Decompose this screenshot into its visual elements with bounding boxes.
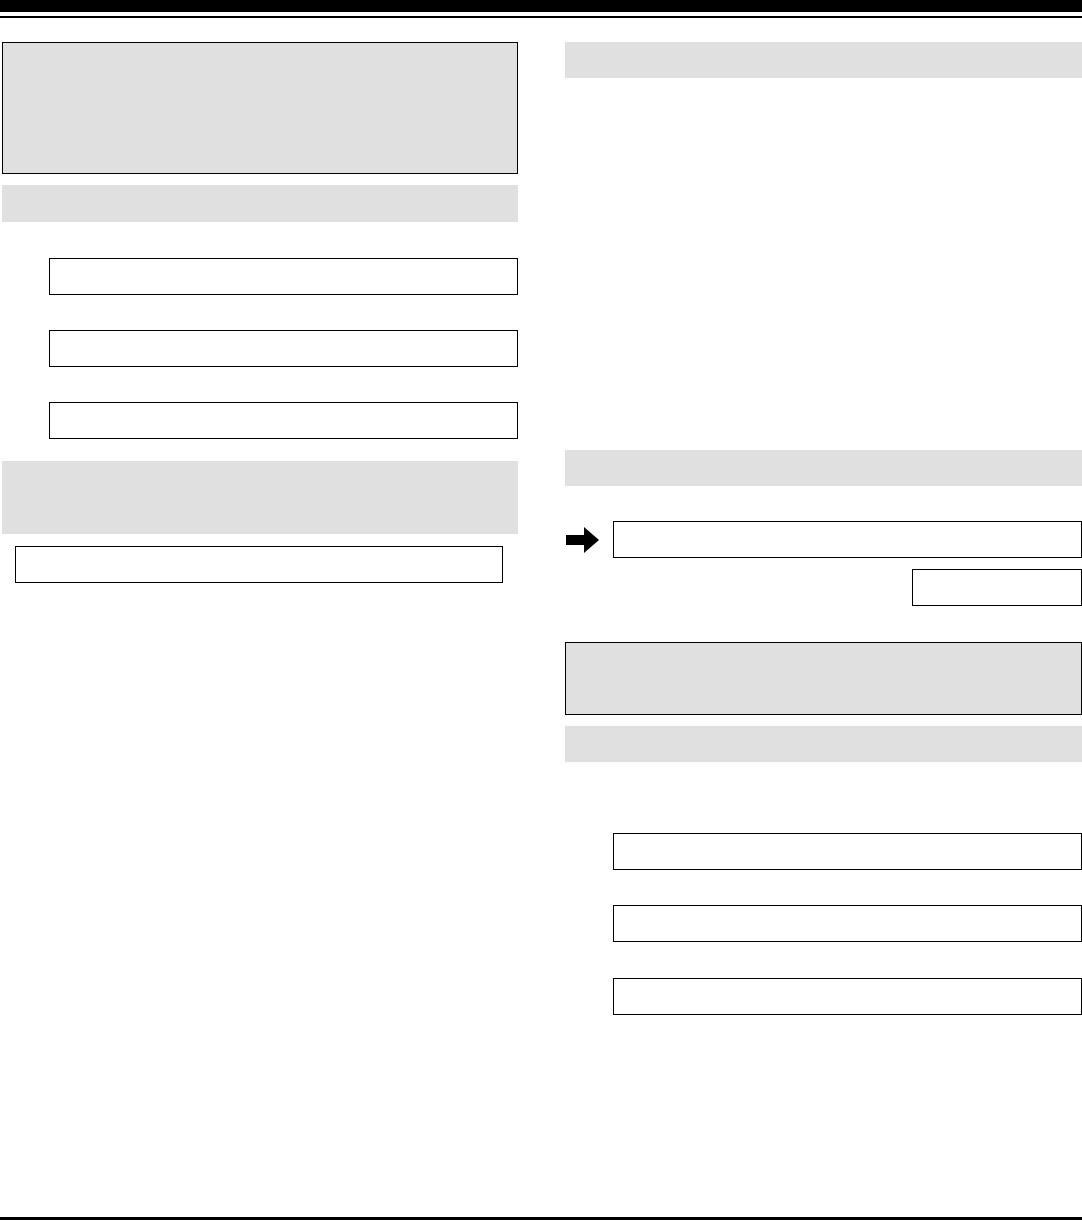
right-section-header: [565, 42, 1082, 78]
top-rule-thick: [0, 0, 1082, 12]
right-field-2: [613, 905, 1082, 942]
right-section-header-2: [565, 450, 1082, 486]
right-field-3: [613, 978, 1082, 1015]
right-field-1: [613, 833, 1082, 870]
left-section-header-2: [2, 461, 518, 534]
right-arrow-field: [613, 521, 1082, 558]
left-field-3: [49, 402, 518, 439]
bottom-rule: [0, 1217, 1082, 1220]
left-field-2: [49, 330, 518, 367]
arrow-right-icon: [566, 527, 599, 553]
right-small-field: [912, 569, 1082, 606]
left-field-4: [15, 546, 503, 583]
left-field-1: [49, 258, 518, 295]
right-note-box: [565, 642, 1082, 715]
right-section-header-3: [565, 726, 1082, 762]
top-rule-thin: [0, 16, 1082, 18]
left-note-box: [2, 42, 518, 174]
left-section-header: [2, 185, 518, 222]
